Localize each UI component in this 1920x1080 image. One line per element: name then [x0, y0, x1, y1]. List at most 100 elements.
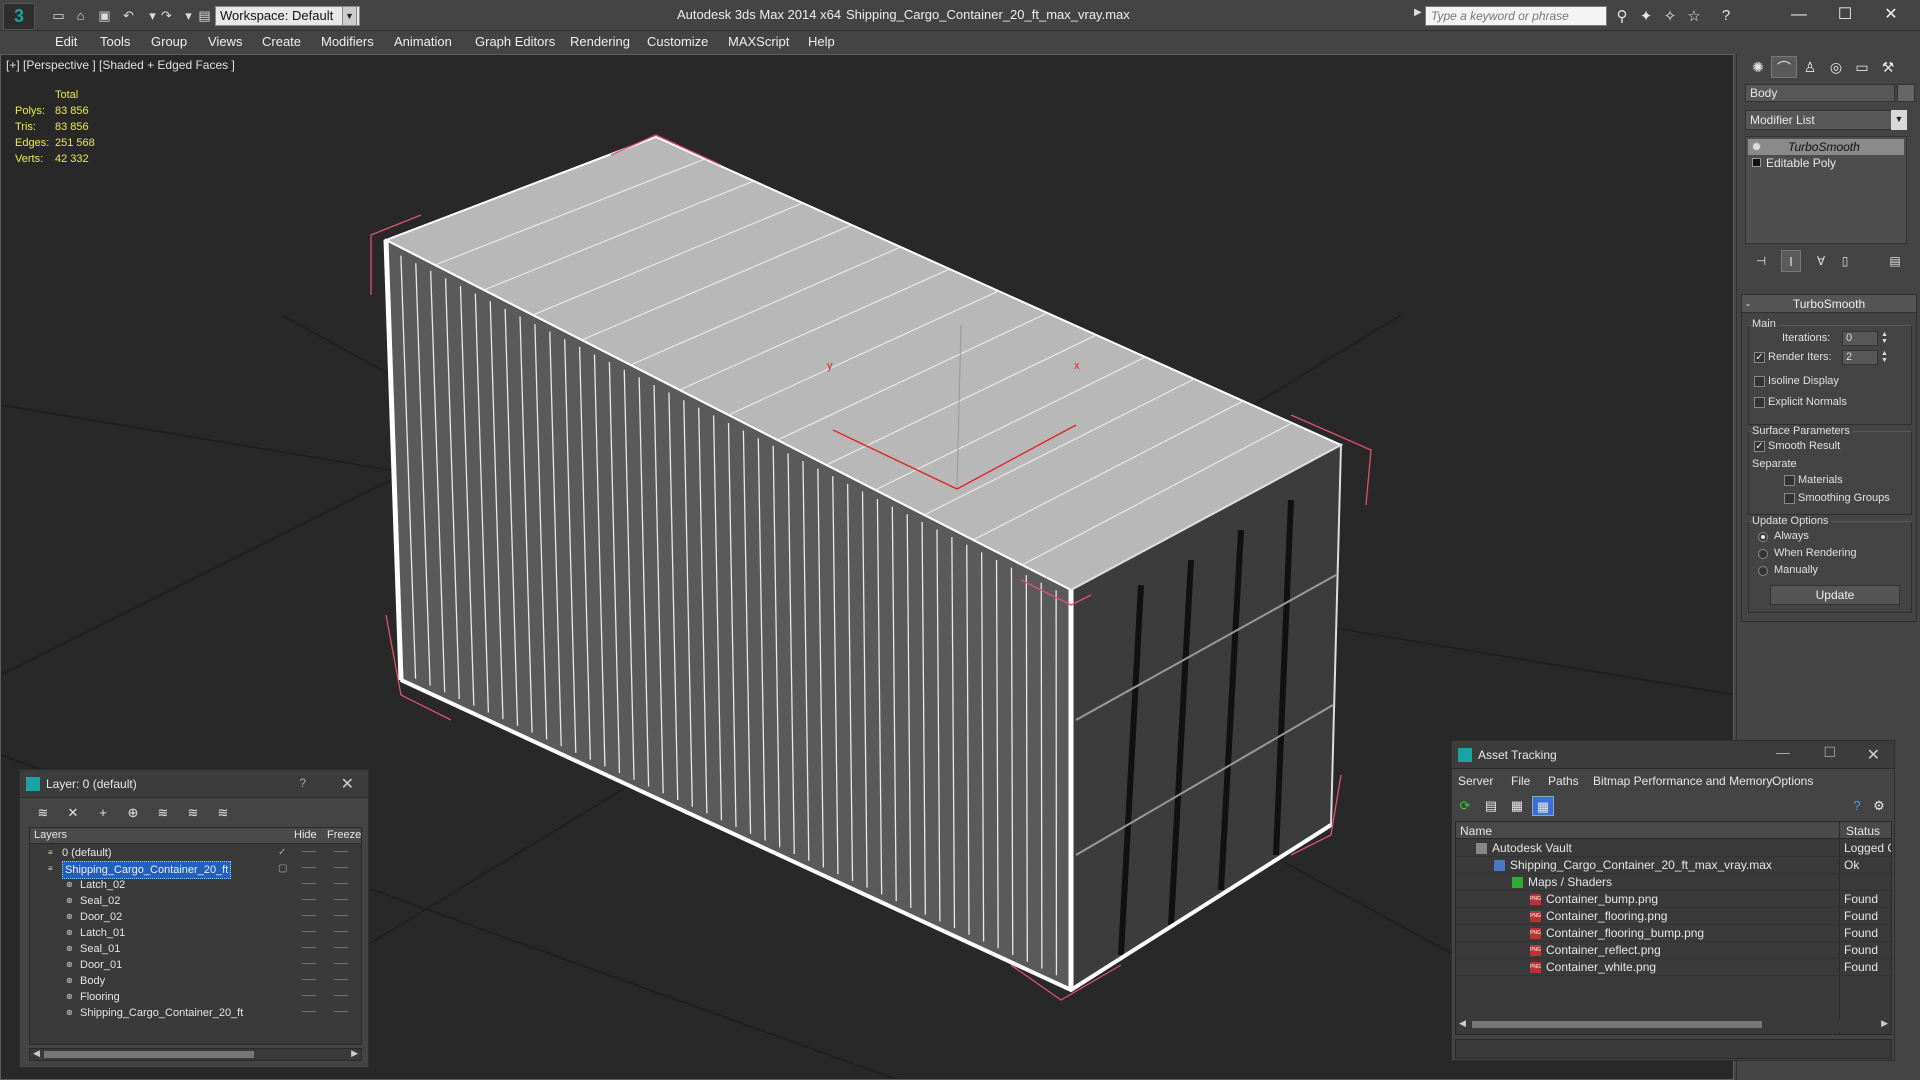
- close-icon[interactable]: ✕: [1867, 745, 1880, 765]
- render-iters-spinner[interactable]: 2: [1842, 350, 1878, 365]
- binoculars-icon[interactable]: ⚲: [1612, 7, 1632, 25]
- menu-create[interactable]: Create: [262, 34, 301, 49]
- hide-toggle[interactable]: ——: [302, 972, 316, 988]
- open-file-icon[interactable]: ⌂: [72, 7, 89, 24]
- materials-checkbox[interactable]: [1784, 475, 1795, 486]
- asset-menu-paths[interactable]: Paths: [1548, 774, 1579, 788]
- minimize-button[interactable]: —: [1776, 2, 1822, 28]
- select-in-layer-icon[interactable]: ⊕: [122, 803, 144, 823]
- create-tab-icon[interactable]: ✺: [1745, 56, 1771, 78]
- smooth-result-checkbox[interactable]: ✓: [1754, 441, 1765, 452]
- scroll-thumb[interactable]: [44, 1051, 254, 1058]
- hide-toggle[interactable]: ——: [302, 940, 316, 956]
- layer-horizontal-scrollbar[interactable]: ◀ ▶: [29, 1048, 362, 1061]
- current-layer-check-icon[interactable]: ✓: [278, 845, 286, 861]
- redo-icon[interactable]: ↷: [158, 7, 175, 24]
- object-name-field[interactable]: Body: [1745, 84, 1895, 102]
- settings-icon[interactable]: ⚙: [1868, 796, 1890, 816]
- menu-edit[interactable]: Edit: [55, 34, 77, 49]
- scroll-right-icon[interactable]: ▶: [1881, 1018, 1888, 1029]
- hierarchy-tab-icon[interactable]: ♙: [1797, 56, 1823, 78]
- asset-menu-server[interactable]: Server: [1458, 774, 1493, 788]
- hide-toggle[interactable]: ——: [302, 908, 316, 924]
- new-layer-icon[interactable]: ≋: [32, 803, 54, 823]
- asset-row[interactable]: PNG Container_flooring.png Found: [1456, 908, 1891, 925]
- asset-row[interactable]: PNG Container_bump.png Found: [1456, 891, 1891, 908]
- remove-modifier-icon[interactable]: ▯: [1835, 250, 1855, 272]
- always-radio[interactable]: [1758, 532, 1768, 542]
- freeze-toggle[interactable]: ——: [334, 876, 348, 892]
- modifier-list-dropdown[interactable]: Modifier List ▼: [1745, 110, 1907, 130]
- layer-row[interactable]: ⊛ Flooring —— ——: [30, 989, 361, 1005]
- freeze-toggle[interactable]: ——: [334, 860, 348, 876]
- viewport-label[interactable]: [+] [Perspective ] [Shaded + Edged Faces…: [6, 58, 235, 72]
- iterations-spinner[interactable]: 0: [1842, 331, 1878, 346]
- delete-layer-icon[interactable]: ✕: [62, 803, 84, 823]
- object-color-swatch[interactable]: [1897, 84, 1915, 102]
- scroll-left-icon[interactable]: ◀: [1459, 1018, 1466, 1029]
- scroll-left-icon[interactable]: ◀: [33, 1048, 40, 1059]
- layer-dialog-titlebar[interactable]: Layer: 0 (default) ? ✕: [20, 770, 368, 798]
- hide-toggle[interactable]: ——: [302, 1004, 316, 1020]
- explicit-normals-checkbox[interactable]: [1754, 397, 1765, 408]
- layer-row[interactable]: ⊛ Seal_02 —— ——: [30, 893, 361, 909]
- hide-toggle[interactable]: ——: [302, 876, 316, 892]
- menu-help[interactable]: Help: [808, 34, 835, 49]
- minimize-icon[interactable]: —: [1776, 744, 1790, 760]
- modify-tab-icon[interactable]: ⌒: [1771, 56, 1797, 78]
- workspace-menu-button[interactable]: ▼: [342, 6, 357, 26]
- maximize-icon[interactable]: ☐: [1823, 744, 1836, 761]
- stack-item-editable-poly[interactable]: Editable Poly: [1748, 155, 1904, 171]
- menu-maxscript[interactable]: MAXScript: [728, 34, 789, 49]
- hide-toggle[interactable]: ——: [302, 988, 316, 1004]
- table-view-icon[interactable]: ▦: [1532, 796, 1554, 816]
- detail-view-icon[interactable]: ▦: [1506, 796, 1528, 816]
- utilities-tab-icon[interactable]: ⚒: [1875, 56, 1901, 78]
- asset-row[interactable]: Autodesk Vault Logged O: [1456, 840, 1891, 857]
- column-freeze[interactable]: Freeze: [327, 829, 361, 841]
- list-view-icon[interactable]: ▤: [1480, 796, 1502, 816]
- scroll-thumb[interactable]: [1472, 1021, 1762, 1028]
- make-unique-icon[interactable]: ∀: [1811, 250, 1831, 272]
- menu-rendering[interactable]: Rendering: [570, 34, 630, 49]
- pin-stack-icon[interactable]: ⊣: [1751, 250, 1771, 272]
- smoothing-groups-checkbox[interactable]: [1784, 493, 1795, 504]
- layer-row[interactable]: ⊛ Latch_02 —— ——: [30, 877, 361, 893]
- freeze-toggle[interactable]: ——: [334, 844, 348, 860]
- column-status[interactable]: Status: [1846, 824, 1880, 838]
- menu-views[interactable]: Views: [208, 34, 242, 49]
- display-tab-icon[interactable]: ▭: [1849, 56, 1875, 78]
- app-logo-button[interactable]: 3: [3, 3, 35, 30]
- communication-icon[interactable]: ✧: [1660, 7, 1680, 25]
- spinner-arrows-icon[interactable]: ▲ ▼: [1880, 350, 1889, 365]
- expand-icon[interactable]: [1752, 158, 1761, 167]
- scroll-right-icon[interactable]: ▶: [351, 1048, 358, 1059]
- hide-toggle[interactable]: ——: [302, 892, 316, 908]
- close-icon[interactable]: ✕: [341, 774, 354, 794]
- add-to-layer-icon[interactable]: +: [92, 803, 114, 823]
- layer-row[interactable]: ⊛ Shipping_Cargo_Container_20_ft —— ——: [30, 1005, 361, 1021]
- freeze-toggle[interactable]: ——: [334, 940, 348, 956]
- workspace-dropdown[interactable]: Workspace: Default ▾: [215, 6, 360, 26]
- help-icon[interactable]: ?: [299, 776, 306, 790]
- favorites-star-icon[interactable]: ☆: [1684, 7, 1704, 25]
- set-current-box-icon[interactable]: ▢: [278, 861, 287, 877]
- hide-toggle[interactable]: ——: [302, 956, 316, 972]
- layer-row[interactable]: ⊛ Latch_01 —— ——: [30, 925, 361, 941]
- menu-graph-editors[interactable]: Graph Editors: [475, 34, 555, 49]
- project-folder-icon[interactable]: ▤: [196, 7, 213, 24]
- asset-menu-options[interactable]: Options: [1772, 774, 1813, 788]
- new-file-icon[interactable]: ▭: [50, 7, 67, 24]
- hide-toggle[interactable]: ——: [302, 860, 316, 876]
- layer-row[interactable]: ≡ Shipping_Cargo_Container_20_ft ▢ —— ——: [30, 860, 361, 879]
- search-expand-icon[interactable]: ▶: [1414, 7, 1422, 18]
- layer-row[interactable]: ⊛ Seal_01 —— ——: [30, 941, 361, 957]
- lightbulb-icon[interactable]: [1752, 142, 1761, 151]
- undo-icon[interactable]: ↶: [120, 7, 137, 24]
- asset-horizontal-scrollbar[interactable]: ◀ ▶: [1456, 1018, 1891, 1032]
- asset-row[interactable]: PNG Container_reflect.png Found: [1456, 942, 1891, 959]
- redo-dropdown-icon[interactable]: ▾: [180, 7, 197, 24]
- freeze-toggle[interactable]: ——: [334, 956, 348, 972]
- column-name[interactable]: Name: [1460, 824, 1492, 838]
- manually-radio[interactable]: [1758, 566, 1768, 576]
